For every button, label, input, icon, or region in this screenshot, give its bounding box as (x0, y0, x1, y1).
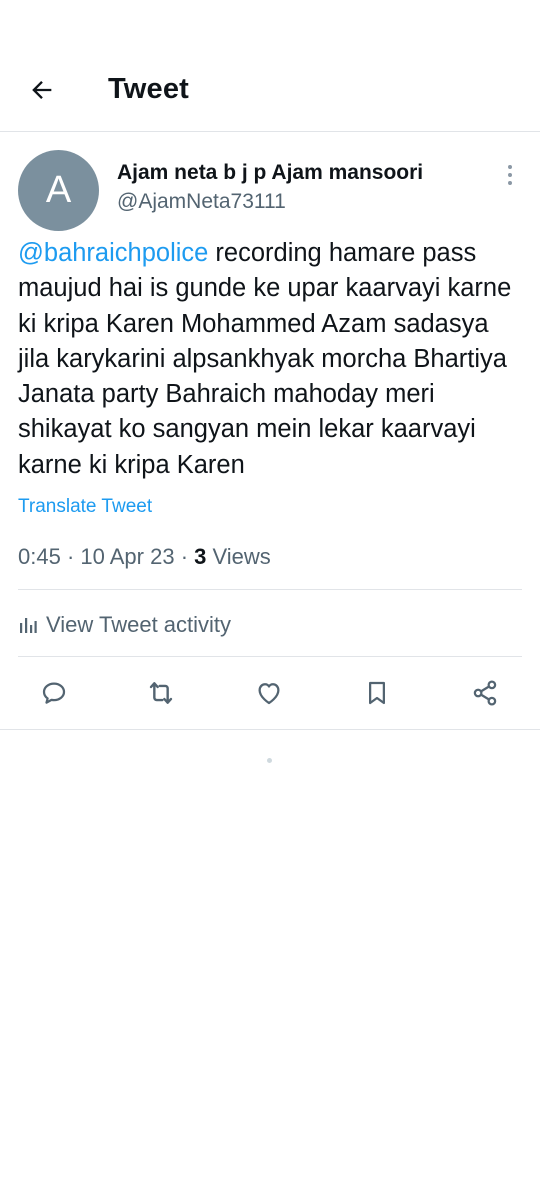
arrow-left-icon (32, 81, 52, 99)
view-tweet-activity-label: View Tweet activity (46, 612, 232, 637)
author-handle[interactable]: @AjamNeta73111 (117, 190, 286, 214)
views-label: Views (206, 544, 271, 569)
page-title: Tweet (108, 73, 190, 105)
like-button[interactable] (252, 676, 286, 710)
more-dot-icon (508, 165, 512, 169)
meta-separator: · (60, 544, 81, 569)
heart-icon (258, 683, 280, 705)
tweet-time: 0:45 (18, 544, 61, 569)
translate-tweet-link[interactable]: Translate Tweet (18, 496, 152, 518)
bookmark-button[interactable] (360, 676, 394, 710)
share-icon (473, 680, 497, 706)
more-dot-icon (508, 181, 512, 185)
tweet-meta: 0:45 · 10 Apr 23 · 3 Views (18, 544, 271, 570)
share-button[interactable] (468, 676, 502, 710)
more-options-button[interactable] (500, 162, 520, 188)
avatar[interactable]: A (18, 150, 99, 231)
tweet-action-bar (0, 668, 540, 718)
tweet-body: recording hamare pass maujud hai is gund… (18, 239, 512, 479)
loading-indicator (267, 758, 272, 763)
retweet-icon (149, 682, 173, 704)
tweet-date: 10 Apr 23 (80, 544, 175, 569)
views-count: 3 (194, 544, 207, 569)
bookmark-icon (369, 681, 385, 705)
analytics-icon (20, 618, 37, 633)
top-app-bar: Tweet (0, 0, 540, 132)
divider (18, 656, 522, 657)
author-display-name[interactable]: Ajam neta b j p Ajam mansoori (117, 161, 423, 185)
divider (18, 589, 522, 590)
retweet-button[interactable] (144, 676, 178, 710)
reply-icon (42, 682, 66, 704)
avatar-letter: A (45, 169, 72, 211)
view-tweet-activity-button[interactable]: View Tweet activity (18, 608, 231, 642)
back-button[interactable] (26, 74, 58, 106)
divider (0, 729, 540, 730)
mention-link[interactable]: @bahraichpolice (18, 239, 208, 267)
tweet-text: @bahraichpolice recording hamare pass ma… (18, 236, 524, 483)
meta-separator: · (174, 544, 195, 569)
reply-button[interactable] (37, 676, 71, 710)
more-dot-icon (508, 173, 512, 177)
